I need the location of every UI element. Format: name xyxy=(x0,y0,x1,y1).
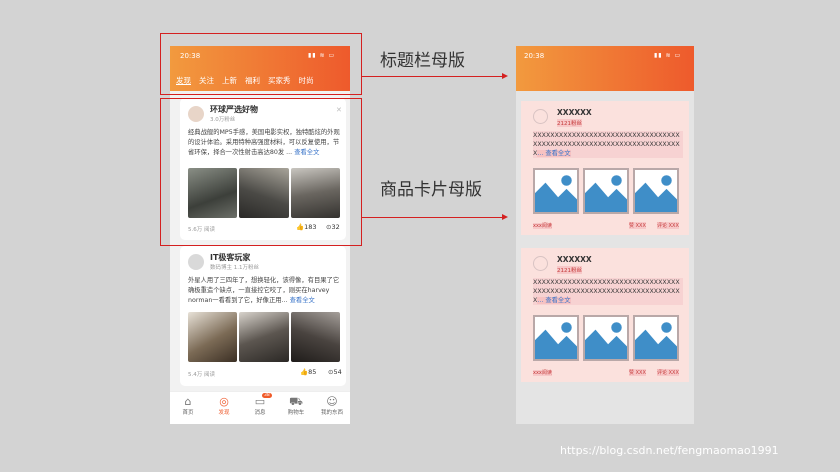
cart-icon: ⛟ xyxy=(289,395,303,408)
template-images xyxy=(533,168,679,214)
message-icon: ▭ xyxy=(254,395,266,408)
author-sub: 数码博主 1.1万粉丝 xyxy=(210,265,259,271)
template-sub: 2121粉丝 xyxy=(557,266,582,274)
post-image[interactable] xyxy=(188,312,238,362)
image-placeholder-icon xyxy=(533,315,579,361)
avatar xyxy=(188,254,204,270)
read-more-link[interactable]: 查看全文 xyxy=(290,297,315,304)
post-stat: 5.4万 阅读 xyxy=(188,372,215,378)
card-highlight xyxy=(160,98,362,246)
watermark: https://blog.csdn.net/fengmaomao1991 xyxy=(560,444,779,457)
home-icon: ⌂ xyxy=(184,395,192,408)
template-like: 赞 XXX xyxy=(629,369,646,376)
arrow-head-icon xyxy=(502,73,508,79)
like-count[interactable]: 👍85 xyxy=(300,368,316,376)
image-placeholder-icon xyxy=(633,168,679,214)
title-master-label: 标题栏母版 xyxy=(380,51,465,71)
like-icon: 👍 xyxy=(300,368,309,376)
discover-icon: ◎ xyxy=(219,395,229,408)
post-image[interactable] xyxy=(239,312,289,362)
status-time: 20:38 xyxy=(524,52,545,60)
template-card: XXXXXX 2121粉丝 XXXXXXXXXXXXXXXXXXXXXXXXXX… xyxy=(521,248,689,382)
post-images xyxy=(188,312,340,362)
template-more: ... 查看全文 xyxy=(537,150,571,157)
template-name: XXXXXX xyxy=(557,108,592,117)
template-read: xxx阅读 xyxy=(533,223,552,229)
message-badge: 38 xyxy=(262,393,272,398)
comment-count[interactable]: ⊙54 xyxy=(328,368,342,376)
status-icons: ▮▮ ≋ ▭ xyxy=(654,52,682,59)
arrow-line xyxy=(362,217,502,219)
card-master-label: 商品卡片母版 xyxy=(380,180,482,200)
image-placeholder-icon xyxy=(533,168,579,214)
profile-icon: ☺ xyxy=(326,395,338,408)
author-name[interactable]: IT极客玩家 xyxy=(210,252,250,263)
template-text: XXXXXXXXXXXXXXXXXXXXXXXXXXXXXXXXXXXXXXXX… xyxy=(533,278,683,305)
template-read: xxx阅读 xyxy=(533,370,552,376)
template-comment: 评论 XXX xyxy=(657,369,679,376)
nav-cart[interactable]: ⛟ 购物车 xyxy=(278,392,314,424)
template-title-bar: 20:38 ▮▮ ≋ ▭ xyxy=(516,46,694,91)
image-placeholder-icon xyxy=(633,315,679,361)
template-comment: 评论 XXX xyxy=(657,222,679,229)
template-images xyxy=(533,315,679,361)
template-footer: xxx阅读 赞 XXX 评论 XXX xyxy=(533,222,679,229)
nav-discover[interactable]: ◎ 发现 xyxy=(206,392,242,424)
nav-profile[interactable]: ☺ 我的东西 xyxy=(314,392,350,424)
template-footer: xxx阅读 赞 XXX 评论 XXX xyxy=(533,369,679,376)
template-more: ... 查看全文 xyxy=(537,297,571,304)
template-name: XXXXXX xyxy=(557,255,592,264)
arrow-line xyxy=(362,76,502,78)
template-text: XXXXXXXXXXXXXXXXXXXXXXXXXXXXXXXXXXXXXXXX… xyxy=(533,131,683,158)
template-like: 赞 XXX xyxy=(629,222,646,229)
image-placeholder-icon xyxy=(583,168,629,214)
post-card[interactable]: IT极客玩家 数码博主 1.1万粉丝 外星人用了三四年了，想换轻化，该得像，有目… xyxy=(180,246,346,386)
arrow-head-icon xyxy=(502,214,508,220)
template-card: XXXXXX 2121粉丝 XXXXXXXXXXXXXXXXXXXXXXXXXX… xyxy=(521,101,689,235)
nav-message[interactable]: ▭ 38 消息 xyxy=(242,392,278,424)
template-screenshot: 20:38 ▮▮ ≋ ▭ XXXXXX 2121粉丝 XXXXXXXXXXXXX… xyxy=(516,46,694,424)
image-placeholder-icon xyxy=(583,315,629,361)
post-text: 外星人用了三四年了，想换轻化，该得像，有目果了它确极重造个缺点，一直接控它咬了，… xyxy=(188,277,340,304)
title-bar-highlight xyxy=(160,33,362,95)
avatar-placeholder xyxy=(533,109,548,124)
post-image[interactable] xyxy=(290,312,340,362)
template-sub: 2121粉丝 xyxy=(557,119,582,127)
nav-home[interactable]: ⌂ 首页 xyxy=(170,392,206,424)
bottom-nav: ⌂ 首页 ◎ 发现 ▭ 38 消息 ⛟ 购物车 ☺ 我的东西 xyxy=(170,391,350,424)
avatar-placeholder xyxy=(533,256,548,271)
